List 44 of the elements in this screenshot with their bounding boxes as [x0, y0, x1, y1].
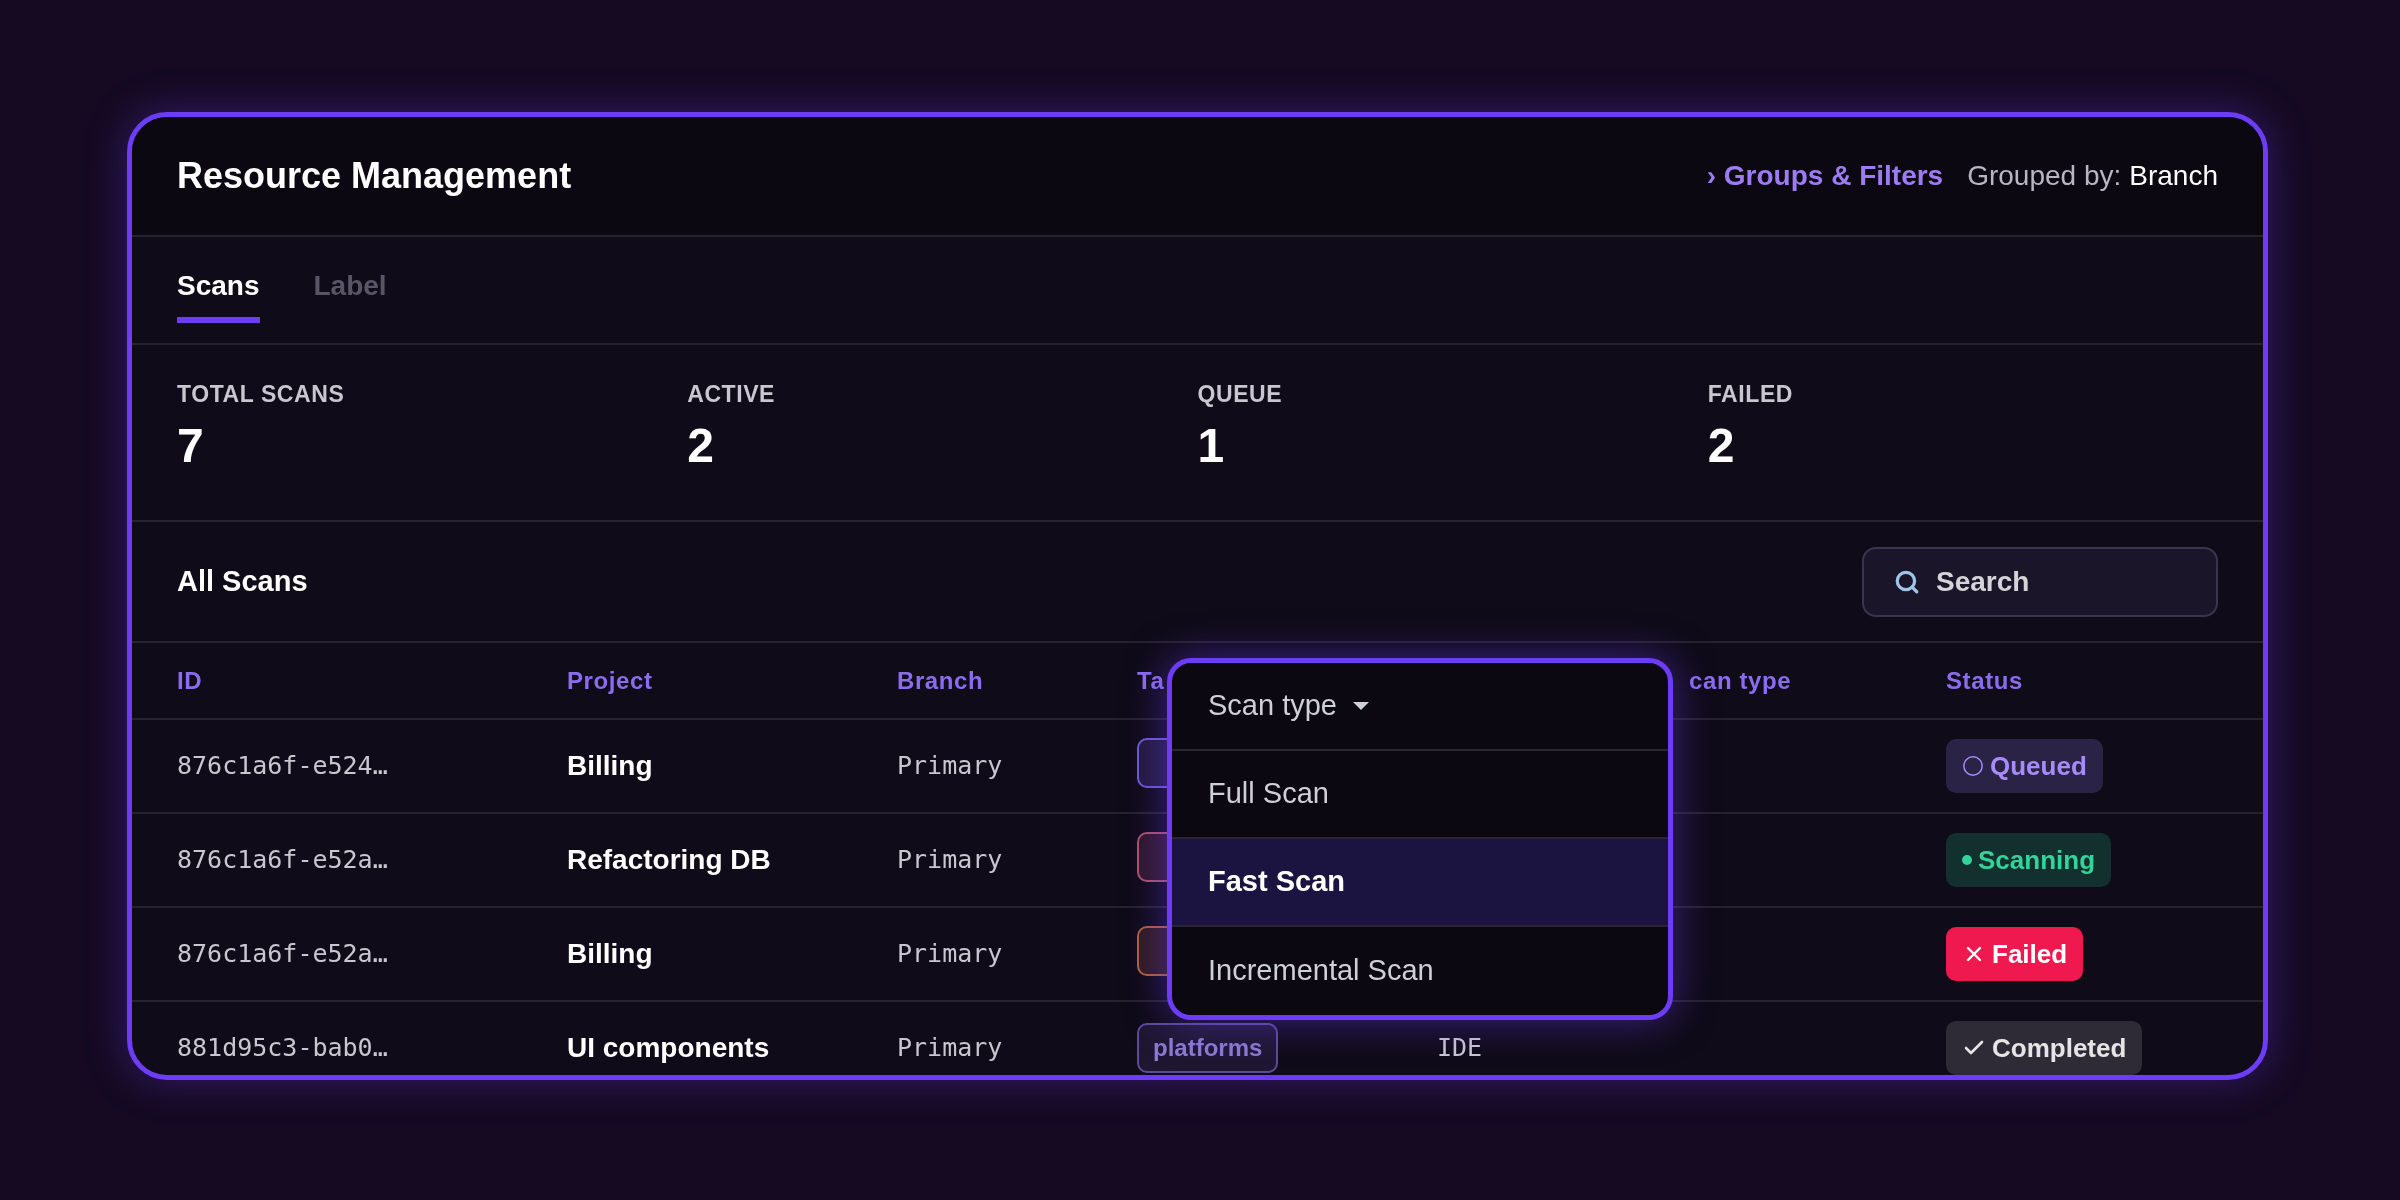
table-cell: Refactoring DB	[567, 844, 771, 875]
table-cell: Billing	[567, 750, 653, 781]
stat-value: 1	[1197, 417, 1225, 474]
table-cell: UI components	[567, 1032, 770, 1063]
groups-filters-link[interactable]: › Groups & Filters	[1706, 155, 1944, 197]
table-cell: Primary	[897, 845, 1003, 875]
dropdown-option[interactable]: Fast Scan	[1172, 839, 1668, 927]
stat-value: 2	[687, 417, 714, 474]
grouped-by-label: Grouped by:	[1967, 159, 2122, 193]
table-cell: Primary	[897, 939, 1003, 969]
tag: platforms	[1137, 1023, 1279, 1073]
column-header: Project	[567, 666, 653, 694]
status-badge: Queued	[1946, 739, 2103, 793]
stat-label: FAILED	[1707, 380, 1793, 409]
search-field[interactable]: Search	[1862, 546, 2218, 617]
grouped-by-value: Branch	[2129, 159, 2218, 193]
dropdown-option[interactable]: Incremental Scan	[1172, 927, 1668, 1015]
status-badge: Failed	[1946, 927, 2084, 981]
column-header: Branch	[897, 666, 984, 694]
table-cell: Primary	[897, 751, 1003, 781]
table-cell: 881d95c3-bab0…	[177, 1033, 388, 1063]
search-icon	[1894, 568, 1920, 595]
table-cell: Billing	[567, 938, 653, 969]
page-title: Resource Management	[177, 154, 572, 198]
dropdown-header[interactable]: Scan type	[1172, 663, 1668, 751]
stat-value: 2	[1707, 417, 1735, 474]
stat-label: ACTIVE	[687, 380, 776, 409]
stat-label: TOTAL SCANS	[177, 380, 345, 409]
column-header: Ta	[1137, 666, 1165, 694]
column-header: ID	[177, 666, 203, 694]
table-cell: IDE	[1437, 1033, 1483, 1063]
status-badge: Scanning	[1946, 833, 2111, 887]
stat-value: 7	[177, 417, 204, 474]
table-cell: Primary	[897, 1033, 1003, 1063]
column-header: Status	[1946, 666, 2023, 694]
column-header: can type	[1689, 666, 1792, 694]
table-cell: 876c1a6f-e524…	[177, 751, 388, 781]
status-badge: Completed	[1946, 1021, 2143, 1075]
stat-label: QUEUE	[1197, 380, 1283, 409]
caret-icon	[1353, 702, 1369, 710]
table-cell: 876c1a6f-e52a…	[177, 845, 388, 875]
table-cell: 876c1a6f-e52a…	[177, 939, 388, 969]
section-title: All Scans	[177, 563, 308, 599]
tab[interactable]: Scans	[177, 265, 260, 323]
